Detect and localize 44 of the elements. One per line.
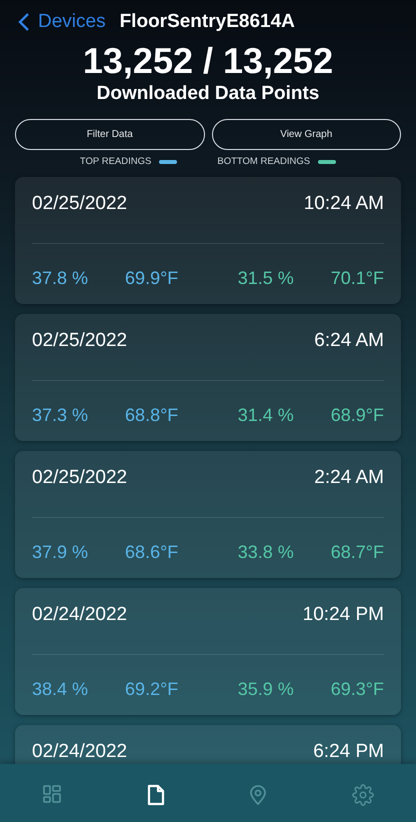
reading-card[interactable]: 02/25/2022 2:24 AM 37.9 % 68.6°F 33.8 % 68.7°F xyxy=(15,451,401,578)
humidity-value: 35.9 % xyxy=(238,679,294,700)
document-icon[interactable] xyxy=(146,784,165,806)
dashboard-icon[interactable] xyxy=(42,784,62,804)
chevron-left-icon xyxy=(18,12,30,32)
humidity-value: 37.3 % xyxy=(32,405,88,426)
temperature-value: 68.8°F xyxy=(125,405,178,426)
reading-time: 6:24 AM xyxy=(314,330,384,352)
device-title: FloorSentryE8614A xyxy=(120,11,295,33)
reading-card[interactable]: 02/25/2022 6:24 AM 37.3 % 68.8°F 31.4 % 68.9°F xyxy=(15,314,401,441)
temperature-value: 68.6°F xyxy=(125,542,178,563)
action-button[interactable]: View Graph xyxy=(212,119,401,150)
temperature-value: 68.9°F xyxy=(330,405,384,426)
reading-date: 02/25/2022 xyxy=(32,193,128,215)
temperature-value: 69.3°F xyxy=(330,679,384,700)
temperature-value: 70.1°F xyxy=(330,268,384,289)
temperature-value: 68.7°F xyxy=(330,542,384,563)
reading-time: 6:24 PM xyxy=(313,741,384,763)
reading-card[interactable]: 02/24/2022 10:24 PM 38.4 % 69.2°F 35.9 % 69.3°F xyxy=(15,588,401,715)
location-pin-icon[interactable] xyxy=(249,784,268,806)
humidity-value: 37.8 % xyxy=(32,268,88,289)
reading-time: 10:24 PM xyxy=(302,604,384,626)
reading-date: 02/24/2022 xyxy=(32,741,128,763)
data-point-count: 13,252 / 13,252 xyxy=(82,41,334,81)
reading-date: 02/24/2022 xyxy=(32,604,128,626)
legend-label: BOTTOM READINGS xyxy=(217,156,310,167)
humidity-value: 31.4 % xyxy=(238,405,294,426)
reading-time: 2:24 AM xyxy=(314,467,384,489)
reading-card[interactable]: 02/25/2022 10:24 AM 37.8 % 69.9°F 31.5 % 70.1°F xyxy=(15,177,401,304)
reading-card[interactable]: 02/24/2022 6:24 PM xyxy=(15,725,401,764)
humidity-value: 37.9 % xyxy=(32,542,88,563)
humidity-value: 38.4 % xyxy=(32,679,88,700)
reading-date: 02/25/2022 xyxy=(32,467,128,489)
reading-time: 10:24 AM xyxy=(304,193,384,215)
temperature-value: 69.9°F xyxy=(125,268,178,289)
reading-date: 02/25/2022 xyxy=(32,330,128,352)
legend-label: TOP READINGS xyxy=(80,156,152,167)
action-button[interactable]: Filter Data xyxy=(15,119,204,150)
temperature-value: 69.2°F xyxy=(125,679,178,700)
humidity-value: 33.8 % xyxy=(238,542,294,563)
settings-icon[interactable] xyxy=(352,784,374,806)
back-button[interactable]: Devices xyxy=(18,11,106,33)
count-caption: Downloaded Data Points xyxy=(96,83,320,105)
humidity-value: 31.5 % xyxy=(238,268,294,289)
